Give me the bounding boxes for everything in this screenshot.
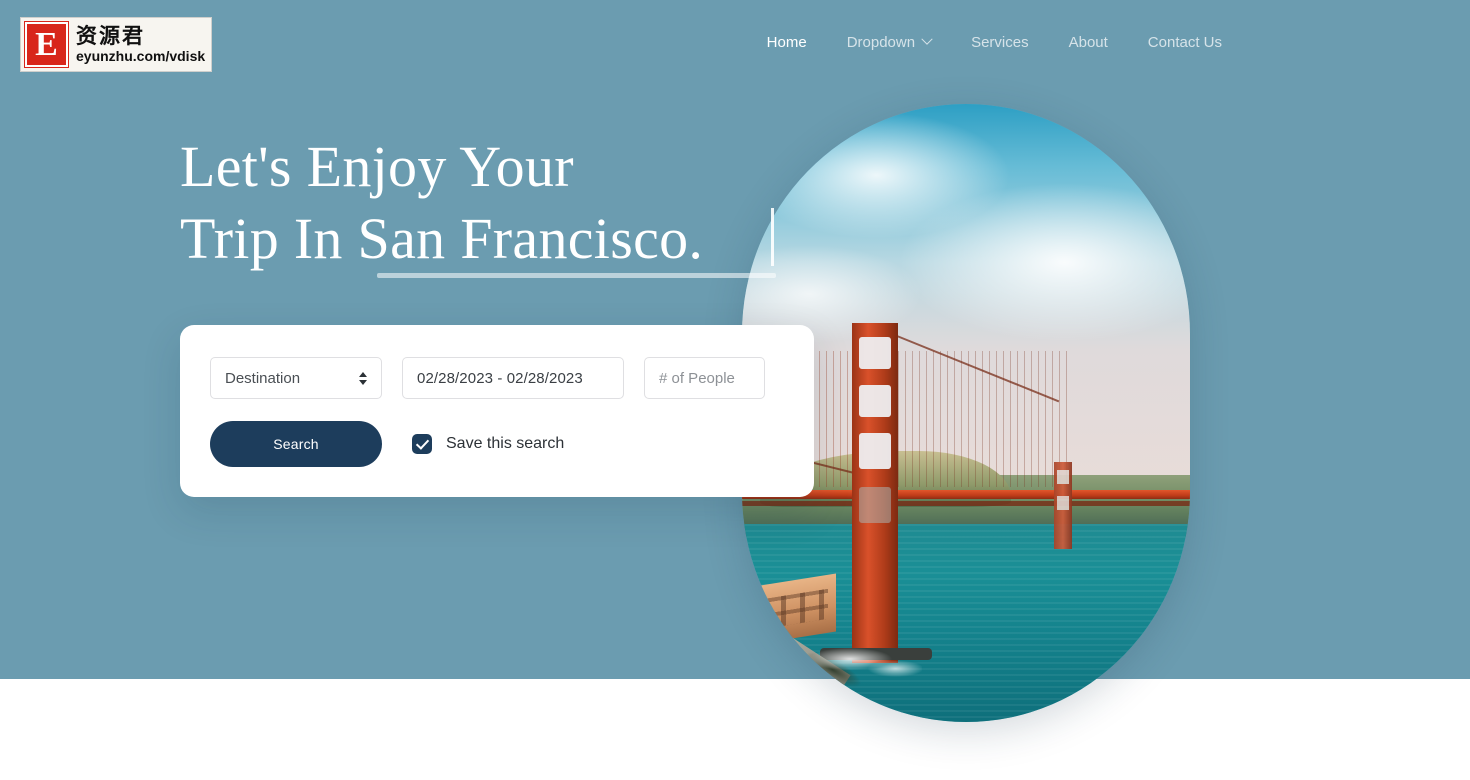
watermark-url: eyunzhu.com/vdisk xyxy=(76,47,206,64)
hero-section: Tour . Home Dropdown Services About xyxy=(0,0,1470,722)
nav-item-services[interactable]: Services xyxy=(951,24,1049,61)
save-search-group[interactable]: Save this search xyxy=(412,434,564,454)
headline-line-2: Trip In San Francisco. xyxy=(180,206,704,271)
main-navigation: Tour . Home Dropdown Services About xyxy=(0,0,1470,84)
page-root: Tour . Home Dropdown Services About xyxy=(0,0,1470,780)
save-search-label: Save this search xyxy=(446,435,565,452)
headline-underline-accent xyxy=(377,273,776,278)
destination-select-value: Destination xyxy=(225,369,301,387)
search-action-row: Search Save this search xyxy=(210,421,784,467)
typing-caret xyxy=(771,208,774,266)
image-surf xyxy=(802,635,922,684)
search-fields-row: Destination 02/28/2023 - 02/28/2023 # of… xyxy=(210,357,784,399)
hero-headline: Let's Enjoy Your Trip In San Francisco. xyxy=(180,131,776,278)
destination-select[interactable]: Destination xyxy=(210,357,382,399)
headline-line-1: Let's Enjoy Your xyxy=(180,134,574,199)
nav-item-dropdown[interactable]: Dropdown xyxy=(827,24,951,61)
image-bridge-tower-near xyxy=(852,323,898,664)
nav-item-label: Contact Us xyxy=(1147,33,1222,51)
people-count-placeholder: # of People xyxy=(659,369,735,387)
nav-item-label: Home xyxy=(766,33,807,51)
people-count-input[interactable]: # of People xyxy=(644,357,765,399)
image-bridge-deck-shadow xyxy=(742,501,1190,507)
nav-item-label: Dropdown xyxy=(846,33,916,51)
select-updown-icon xyxy=(359,371,367,385)
nav-links: Home Dropdown Services About Contact Us xyxy=(747,24,1242,61)
watermark-text: 资源君 eyunzhu.com/vdisk xyxy=(76,25,205,64)
watermark-badge-icon: E xyxy=(24,21,69,68)
nav-item-about[interactable]: About xyxy=(1049,24,1128,61)
watermark-badge-letter: E xyxy=(35,25,58,63)
nav-item-home[interactable]: Home xyxy=(747,24,827,61)
search-button[interactable]: Search xyxy=(210,421,382,467)
image-bridge-tower-far xyxy=(1054,462,1072,549)
nav-item-label: About xyxy=(1068,33,1108,51)
save-search-checkbox[interactable] xyxy=(412,434,432,454)
date-range-value: 02/28/2023 - 02/28/2023 xyxy=(417,369,583,387)
chevron-down-icon xyxy=(921,33,933,45)
watermark-overlay: E 资源君 eyunzhu.com/vdisk xyxy=(20,17,212,72)
nav-item-label: Services xyxy=(971,33,1029,51)
date-range-input[interactable]: 02/28/2023 - 02/28/2023 xyxy=(402,357,624,399)
watermark-cn-text: 资源君 xyxy=(76,23,145,48)
search-card: Destination 02/28/2023 - 02/28/2023 # of… xyxy=(180,325,814,497)
nav-item-contact-us[interactable]: Contact Us xyxy=(1128,24,1242,61)
